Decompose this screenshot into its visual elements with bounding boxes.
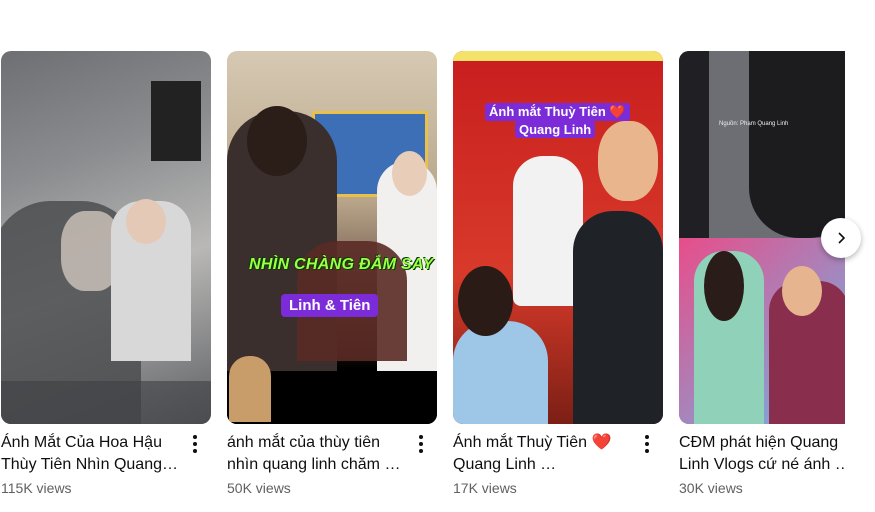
next-button[interactable] bbox=[821, 218, 861, 258]
short-meta-3: Ánh mắt Thuỳ Tiên ❤️ Quang Linh … 17K vi… bbox=[453, 432, 663, 496]
short-thumbnail-2[interactable]: NHÌN CHÀNG ĐẮM SAY Linh & Tiên bbox=[227, 51, 437, 424]
short-views-4: 30K views bbox=[679, 480, 743, 496]
chevron-right-icon bbox=[838, 232, 846, 244]
short-title-3[interactable]: Ánh mắt Thuỳ Tiên ❤️ Quang Linh … bbox=[453, 432, 633, 476]
short-title-2[interactable]: ánh mắt của thùy tiên nhìn quang linh ch… bbox=[227, 432, 407, 476]
heart-emoji-icon: ❤️ bbox=[591, 434, 612, 451]
green-caption: NHÌN CHÀNG ĐẮM SAY bbox=[249, 256, 434, 273]
more-actions-icon[interactable] bbox=[409, 432, 433, 456]
short-title-1[interactable]: Ánh Mắt Của Hoa Hậu Thùy Tiên Nhìn Quang… bbox=[1, 432, 181, 476]
more-actions-icon[interactable] bbox=[183, 432, 207, 456]
short-card-1[interactable]: Ánh Mắt Của Hoa Hậu Thùy Tiên Nhìn Quang… bbox=[1, 51, 211, 496]
purple-caption: Linh & Tiên bbox=[281, 294, 379, 317]
overlay-caption-line1: Ánh mắt Thuỳ Tiên ❤️ bbox=[485, 103, 630, 121]
short-views-3: 17K views bbox=[453, 480, 517, 496]
short-thumbnail-1[interactable] bbox=[1, 51, 211, 424]
short-title-4[interactable]: CĐM phát hiện Quang Linh Vlogs cứ né ánh… bbox=[679, 432, 859, 476]
short-card-2[interactable]: NHÌN CHÀNG ĐẮM SAY Linh & Tiên ánh mắt c… bbox=[227, 51, 437, 496]
short-meta-1: Ánh Mắt Của Hoa Hậu Thùy Tiên Nhìn Quang… bbox=[1, 432, 211, 496]
video-source-label: Nguồn: Phạm Quang Linh bbox=[719, 121, 789, 127]
shorts-shelf: Ánh Mắt Của Hoa Hậu Thùy Tiên Nhìn Quang… bbox=[0, 0, 875, 512]
short-thumbnail-3[interactable]: Ánh mắt Thuỳ Tiên ❤️ Quang Linh bbox=[453, 51, 663, 424]
short-views-1: 115K views bbox=[1, 480, 72, 496]
overlay-caption-line2: Quang Linh bbox=[515, 121, 596, 138]
short-title-3-text: Ánh mắt Thuỳ Tiên bbox=[453, 434, 587, 451]
short-card-3[interactable]: Ánh mắt Thuỳ Tiên ❤️ Quang Linh Ánh mắt … bbox=[453, 51, 663, 496]
more-actions-icon[interactable] bbox=[635, 432, 659, 456]
short-meta-2: ánh mắt của thùy tiên nhìn quang linh ch… bbox=[227, 432, 437, 496]
short-views-2: 50K views bbox=[227, 480, 291, 496]
short-title-3-line2: Quang Linh … bbox=[453, 456, 557, 473]
